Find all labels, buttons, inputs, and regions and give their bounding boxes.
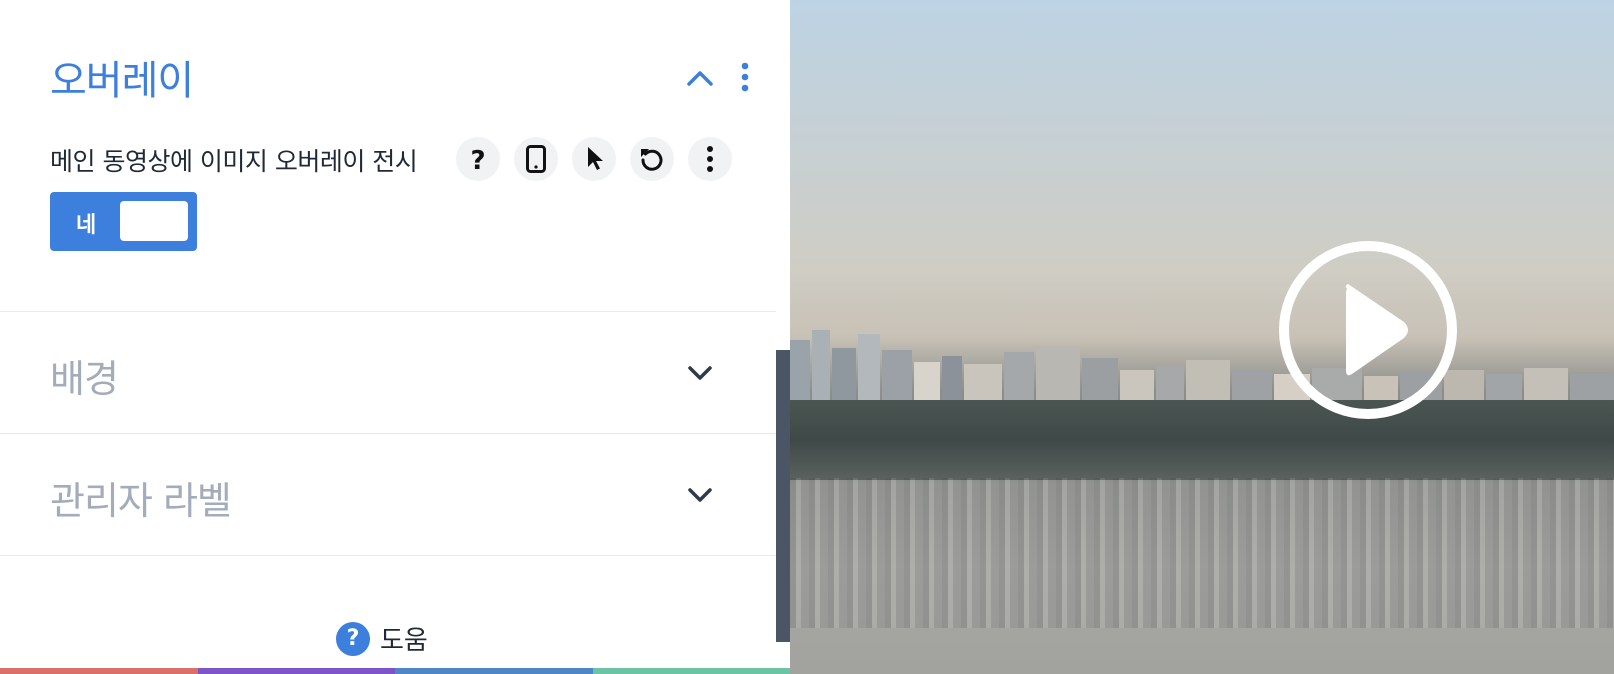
background-section-title: 배경 [50,357,119,401]
help-link[interactable]: ? 도움 [336,620,428,657]
color-strip-segment [592,668,790,674]
toggle-label: 네 [76,213,97,238]
color-strip-segment [0,668,198,674]
settings-panel: 오버레이 메인 동영상에 이미지 오버레이 전시 ? 네 배경 관리자 라벨 ?… [0,0,790,674]
section-more-icon[interactable] [734,60,756,94]
panel-scrollbar[interactable] [776,350,790,642]
svg-text:?: ? [470,146,485,173]
color-strip-segment [395,668,593,674]
reset-icon[interactable] [630,137,674,181]
field-label: 메인 동영상에 이미지 오버레이 전시 [50,147,418,176]
help-label: 도움 [380,626,428,656]
help-circle-icon: ? [336,621,370,656]
treeline-image [790,400,1614,480]
chevron-down-icon [688,366,712,380]
chevron-down-icon [688,488,712,502]
toggle-knob [120,201,188,241]
color-strip-segment [197,668,395,674]
overlay-section-title[interactable]: 오버레이 [50,48,194,106]
video-preview[interactable] [790,0,1614,674]
mobile-icon[interactable] [514,137,558,181]
chevron-up-icon[interactable] [684,64,716,92]
help-icon[interactable]: ? [456,137,500,181]
background-section[interactable]: 배경 [0,312,776,434]
admin-label-section-title: 관리자 라벨 [50,479,232,523]
color-strip [0,668,790,674]
overlay-section: 오버레이 메인 동영상에 이미지 오버레이 전시 ? 네 [0,0,776,312]
more-vertical-icon[interactable] [688,137,732,181]
river-reflection-image [790,478,1614,628]
play-circle-icon[interactable] [1276,238,1460,422]
cursor-icon[interactable] [572,137,616,181]
field-toolbar: ? [456,137,732,181]
overlay-toggle[interactable]: 네 [50,192,197,251]
admin-label-section[interactable]: 관리자 라벨 [0,434,776,556]
